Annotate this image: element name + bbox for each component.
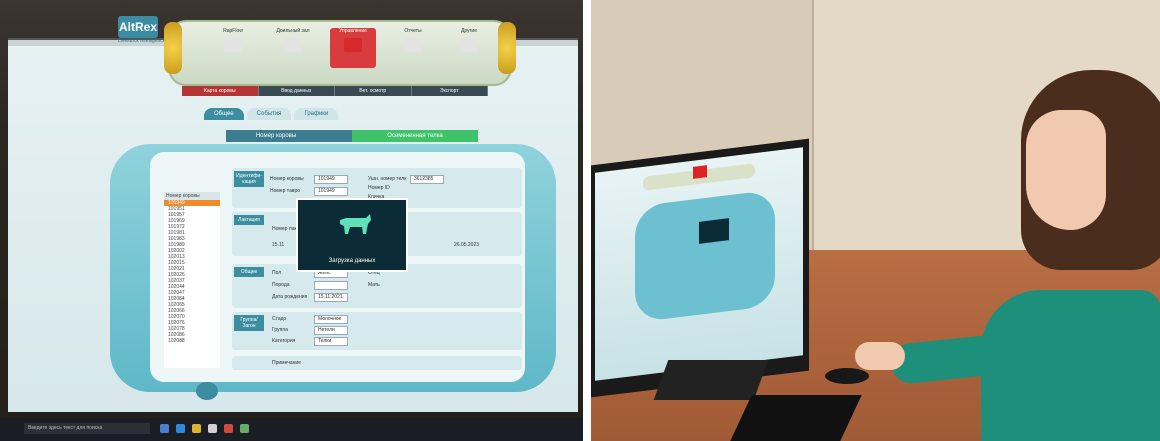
- report-icon: [404, 38, 422, 52]
- altrex-logo: AltRex: [118, 16, 158, 38]
- monitor-app-panel: [635, 189, 775, 323]
- subnav-data-entry[interactable]: Ввод данных: [258, 86, 335, 96]
- left-photo: AltRex Livestock Intelligence RapFlow До…: [0, 0, 583, 441]
- field-label: Мать: [368, 282, 380, 288]
- loading-text: Загрузка данных: [328, 258, 376, 264]
- field-label: Группа: [272, 327, 288, 333]
- section-group: Группа/Загон Стадо Молочное Группа Нетел…: [232, 312, 522, 350]
- list-item[interactable]: 102088: [164, 338, 220, 344]
- subnav-cow-card[interactable]: Карта коровы: [182, 86, 259, 96]
- field-label: Номер коровы: [270, 176, 304, 182]
- app-icon-2[interactable]: [240, 424, 249, 433]
- section-notes: Примечание: [232, 356, 522, 370]
- nav-item-milking[interactable]: Доильный зал: [270, 28, 316, 52]
- monitor-active-tab: [693, 165, 707, 179]
- subnav-vet[interactable]: Вет. осмотр: [335, 86, 412, 96]
- field-label: Порода: [272, 282, 290, 288]
- tube-cap-left: [164, 22, 182, 74]
- tab-charts[interactable]: Графики: [294, 108, 339, 120]
- help-button[interactable]: [196, 382, 218, 400]
- mouse: [825, 368, 869, 384]
- nav-item-reports[interactable]: Отчеты: [390, 28, 436, 52]
- keyboard: [730, 395, 862, 441]
- windows-taskbar: Введите здесь текст для поиска: [0, 418, 583, 441]
- field-label: Пол: [272, 270, 282, 276]
- face: [1026, 110, 1106, 230]
- cow-list-header: Номер коровы: [164, 192, 220, 200]
- field-label: Дата рождения: [272, 294, 308, 300]
- monitor-stand: [653, 360, 769, 400]
- field-label: 26.05.2023: [454, 242, 480, 248]
- field-category[interactable]: Телки: [314, 337, 348, 346]
- section-label: Общее: [234, 267, 264, 277]
- right-photo: [591, 0, 1160, 441]
- wall-corner: [812, 0, 814, 270]
- field-brand-number[interactable]: 101949: [314, 187, 348, 196]
- robot-icon: [224, 38, 242, 52]
- cow-icon: [340, 214, 371, 234]
- cow-list: Номер коровы 101949 101951 101957 101969 101…: [164, 192, 220, 368]
- field-birth-date[interactable]: 15.11.2021: [314, 293, 348, 302]
- field-cow-number[interactable]: 101949: [314, 175, 348, 184]
- nav-item-rapflow[interactable]: RapFlow: [210, 28, 256, 52]
- field-breed[interactable]: [314, 281, 348, 290]
- other-icon: [460, 38, 478, 52]
- module-tube-nav: RapFlow Доильный зал Управление Отчеты Д…: [168, 20, 512, 86]
- field-label: Стадо: [272, 316, 287, 322]
- section-label: Лактация: [234, 215, 264, 225]
- field-herd[interactable]: Молочное: [314, 315, 348, 324]
- field-label: Номер тавро: [270, 188, 301, 194]
- tube-cap-right: [498, 22, 516, 74]
- nav-item-management[interactable]: Управление: [330, 28, 376, 68]
- field-label: Категория: [272, 338, 296, 344]
- section-label: Группа/Загон: [234, 315, 264, 331]
- store-icon[interactable]: [208, 424, 217, 433]
- milk-icon: [284, 38, 302, 52]
- taskbar-search-input[interactable]: Введите здесь текст для поиска: [24, 423, 150, 434]
- shirt: [981, 290, 1160, 441]
- tab-events[interactable]: События: [246, 108, 292, 120]
- logo-subtitle: Livestock Intelligence: [118, 38, 166, 44]
- subnav: Карта коровы Ввод данных Вет. осмотр Экс…: [182, 86, 488, 96]
- edge-icon[interactable]: [176, 424, 185, 433]
- management-icon: [344, 38, 362, 52]
- field-label: Примечание: [272, 360, 301, 366]
- section-label: Идентифи-кация: [234, 171, 264, 187]
- subnav-export[interactable]: Экспорт: [411, 86, 488, 96]
- taskview-icon[interactable]: [160, 424, 169, 433]
- status-badge: Осемененная телка: [352, 130, 478, 142]
- field-label: Номер ID: [368, 185, 390, 191]
- field-label: Ушн. номер телк: [368, 176, 407, 182]
- field-label: Номер лакт: [272, 226, 300, 232]
- tab-strip: Общее События Графики: [204, 108, 339, 120]
- loading-modal: Загрузка данных: [296, 198, 408, 272]
- tab-general[interactable]: Общее: [204, 108, 244, 120]
- app-icon[interactable]: [224, 424, 233, 433]
- field-label: 15.11: [272, 242, 285, 248]
- nav-item-other[interactable]: Другие: [446, 28, 492, 52]
- folder-icon[interactable]: [192, 424, 201, 433]
- field-ear-tag[interactable]: 3612385: [410, 175, 444, 184]
- hand: [855, 342, 905, 370]
- field-group[interactable]: Нетели: [314, 326, 348, 335]
- monitor-loading-modal: [699, 218, 729, 244]
- cow-id-label: Номер коровы: [255, 133, 297, 139]
